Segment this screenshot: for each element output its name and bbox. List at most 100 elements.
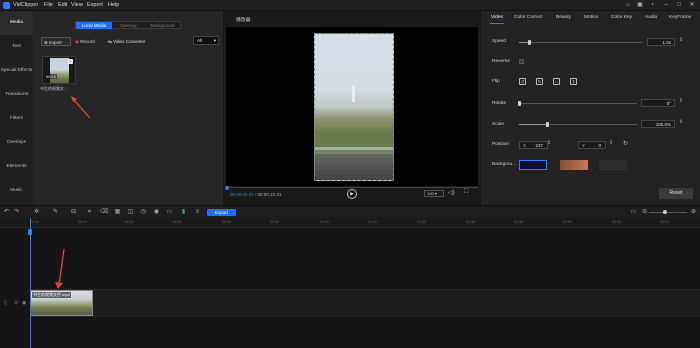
nav-overlays[interactable]: Overlays xyxy=(0,131,33,155)
nav-elements[interactable]: Elements xyxy=(0,155,33,179)
export-button[interactable]: Export xyxy=(207,209,236,216)
preview-zoom-select[interactable]: 100 ▾ xyxy=(424,190,444,197)
new-feature-icon[interactable]: ▮ xyxy=(180,209,187,216)
record-voice-icon[interactable]: ◉ xyxy=(153,209,160,216)
video-track[interactable] xyxy=(30,289,700,317)
playhead-handle[interactable] xyxy=(28,229,32,235)
play-button[interactable]: ▶ xyxy=(347,189,357,199)
timeline-toolbar: ↶ ↷ ✲ ✎ ⊟ ⌗ ⌫ ▦ ◫ ◷ ◉ ▭ ▮ ≡ Export ▭ ⊖ ⊕ xyxy=(0,205,700,218)
fit-icon[interactable]: ▭ xyxy=(630,209,637,216)
progress-knob[interactable] xyxy=(225,185,229,190)
settings-icon[interactable]: ✲ xyxy=(33,209,40,216)
menu-file[interactable]: File xyxy=(44,2,53,8)
record-button[interactable]: ◉ Record xyxy=(75,37,95,46)
menu-edit[interactable]: Edit xyxy=(58,2,67,8)
background-swatch-blur[interactable] xyxy=(560,160,588,170)
track-lock-icon[interactable]: ⊙ xyxy=(14,300,18,306)
nav-music[interactable]: Music xyxy=(0,179,33,203)
zoom-out-icon[interactable]: ⊖ xyxy=(641,209,648,216)
home-icon[interactable]: ⌂ xyxy=(624,1,632,9)
mosaic-icon[interactable]: ▦ xyxy=(114,209,121,216)
speed-icon[interactable]: ◷ xyxy=(140,209,147,216)
reset-button[interactable]: Reset xyxy=(659,188,693,199)
timeline-zoom-slider[interactable] xyxy=(649,210,687,214)
tab-audio[interactable]: Audio xyxy=(645,15,657,20)
rotate-right-icon[interactable]: ↻ xyxy=(536,78,543,85)
ruler-tick: 00:40 xyxy=(222,220,231,224)
tab-beauty[interactable]: Beauty xyxy=(556,15,571,20)
background-swatch-gray[interactable] xyxy=(599,160,627,170)
rotate-slider[interactable] xyxy=(518,101,637,106)
tab-motion[interactable]: Motion xyxy=(584,15,598,20)
menu-view[interactable]: View xyxy=(71,2,83,8)
redo-icon[interactable]: ↷ xyxy=(13,209,20,216)
position-y-field[interactable]: Y 0 xyxy=(578,141,606,149)
nav-media[interactable]: Media xyxy=(0,11,33,35)
timeline-tracks[interactable]: ▯ ⊙ ◉ 书生的视频文件.mp4 xyxy=(0,229,700,348)
nav-filters[interactable]: Filters xyxy=(0,107,33,131)
subtitle-icon[interactable]: ≡ xyxy=(194,209,201,216)
minimize-icon[interactable]: – xyxy=(662,1,670,9)
background-swatch-dark[interactable] xyxy=(519,160,547,170)
freeze-icon[interactable]: ◫ xyxy=(127,209,134,216)
menu-help[interactable]: Help xyxy=(108,2,119,8)
speed-slider[interactable] xyxy=(519,40,642,45)
tab-local-media[interactable]: Local Media xyxy=(76,22,112,29)
preview-progress[interactable] xyxy=(225,185,478,190)
delete-icon[interactable]: ⌫ xyxy=(100,209,108,216)
tab-color-correct[interactable]: Color Correct xyxy=(514,15,543,20)
screenshot-icon[interactable]: ▭ xyxy=(166,209,173,216)
tab-background[interactable]: Background xyxy=(144,22,181,29)
tab-color-key[interactable]: Color Key xyxy=(611,15,632,20)
speed-value[interactable]: 1.0x xyxy=(647,38,675,46)
split-icon[interactable]: ⊟ xyxy=(70,209,77,216)
reset-position-icon[interactable]: ↻ xyxy=(623,140,628,147)
add-to-timeline-icon[interactable]: + xyxy=(68,59,73,64)
nav-text[interactable]: Text xyxy=(0,35,33,59)
maximize-icon[interactable]: □ xyxy=(675,1,683,9)
speed-stepper-icon[interactable]: ⇕ xyxy=(679,37,683,43)
undo-icon[interactable]: ↶ xyxy=(3,209,10,216)
volume-icon[interactable]: ◁) xyxy=(448,189,455,196)
tab-video[interactable]: Video xyxy=(491,15,503,20)
scale-value[interactable]: 100.0% xyxy=(641,120,675,128)
timeline-zoom-knob[interactable] xyxy=(663,210,667,214)
user-icon[interactable]: ◔ xyxy=(648,1,656,9)
playhead[interactable] xyxy=(28,218,32,348)
rotate-value[interactable]: 0° xyxy=(641,99,675,107)
tab-opening[interactable]: Opening xyxy=(112,22,144,29)
position-x-stepper-icon[interactable]: ⇕ xyxy=(547,140,551,146)
media-thumbnail[interactable]: 00:10 + xyxy=(42,56,76,84)
nav-transitions[interactable]: Transitions xyxy=(0,83,33,107)
media-filter-select[interactable]: All ▾ xyxy=(193,36,219,45)
timeline-clip[interactable]: 书生的视频文件.mp4 xyxy=(30,290,93,316)
speed-slider-knob[interactable] xyxy=(527,40,531,45)
video-converter-button[interactable]: ⇆ Video Converter xyxy=(108,37,145,46)
scale-slider-knob[interactable] xyxy=(546,122,550,127)
rotate-stepper-icon[interactable]: ⇕ xyxy=(679,98,683,104)
flip-horizontal-icon[interactable]: ⇔ xyxy=(553,78,560,85)
preview-stage[interactable] xyxy=(226,27,478,186)
timeline-ruler[interactable]: 00:00 00:10 00:20 00:30 00:40 00:50 01:0… xyxy=(0,218,700,228)
rotate-slider-knob[interactable] xyxy=(518,101,521,106)
scale-slider-fill xyxy=(519,124,548,125)
gift-icon[interactable]: ▣ xyxy=(636,1,644,9)
reverse-checkbox[interactable] xyxy=(519,59,524,64)
flip-vertical-icon[interactable]: ⇕ xyxy=(570,78,577,85)
import-button[interactable]: ⊕ Import xyxy=(41,37,71,46)
close-icon[interactable]: ✕ xyxy=(688,1,696,9)
menu-export[interactable]: Export xyxy=(87,2,103,8)
video-frame[interactable] xyxy=(314,33,394,181)
fullscreen-icon[interactable]: ⛶ xyxy=(464,189,468,196)
position-x-field[interactable]: X 237 xyxy=(519,141,548,149)
position-y-stepper-icon[interactable]: ⇕ xyxy=(609,140,613,146)
zoom-in-icon[interactable]: ⊕ xyxy=(690,209,697,216)
tab-keyframe[interactable]: KeyFrame xyxy=(669,15,691,20)
rotate-left-icon[interactable]: ↺ xyxy=(519,78,526,85)
scale-slider[interactable] xyxy=(519,122,637,127)
crop-icon[interactable]: ⌗ xyxy=(86,209,93,216)
track-visibility-icon[interactable]: ◉ xyxy=(22,300,26,306)
scale-stepper-icon[interactable]: ⇕ xyxy=(679,119,683,125)
edit-icon[interactable]: ✎ xyxy=(52,209,59,216)
nav-special-effects[interactable]: Special Effects xyxy=(0,59,33,83)
